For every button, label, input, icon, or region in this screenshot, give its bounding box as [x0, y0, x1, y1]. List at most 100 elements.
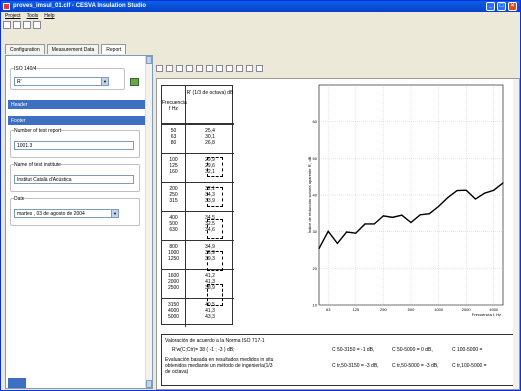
tab-bar: Configuration Measurement Data Report [5, 44, 127, 54]
y-tick-label: 30 [313, 229, 318, 234]
page-icon[interactable] [176, 65, 183, 72]
data-point [336, 242, 338, 244]
data-point [447, 196, 449, 199]
app-icon [3, 3, 10, 10]
chevron-down-icon[interactable]: ▼ [101, 78, 108, 85]
reduction-value: 43,3 [205, 314, 215, 320]
data-point [382, 215, 384, 217]
c-term-2: C 50-5000 = 0 dB, [392, 347, 433, 353]
apply-icon[interactable] [130, 78, 139, 86]
c-term-1: C 50-3150 = -1 dB, [332, 347, 375, 353]
rating-note: Evaluación basada en resultados medidos … [165, 357, 274, 375]
y-tick-label: 10 [313, 303, 318, 308]
scroll-up-button[interactable] [146, 56, 152, 64]
data-point [410, 221, 412, 224]
multi-page-icon[interactable] [256, 65, 263, 72]
frequency-value: 1250 [167, 256, 180, 262]
x-tick-label: 1000 [434, 307, 444, 312]
tab-report[interactable]: Report [101, 44, 127, 54]
y-tick-label: 60 [313, 119, 318, 124]
frequency-cell: 200 250 315 [162, 183, 186, 211]
y-tick-label: 50 [313, 156, 318, 161]
single-page-icon[interactable] [236, 65, 243, 72]
report-toolbar [156, 65, 263, 72]
settings-pane: ISO 140/4 R' ▼ Header Footer Number of t… [5, 55, 153, 389]
print-icon[interactable] [33, 21, 41, 29]
y-axis-label: Índice de reducción sonora aparente R', … [307, 156, 312, 233]
x-tick-label: 500 [408, 307, 415, 312]
reduction-value: 26,8 [205, 140, 215, 146]
zoom-in-icon[interactable] [196, 65, 203, 72]
standard-select[interactable]: R' ▼ [14, 77, 109, 86]
standard-value: R' [17, 79, 22, 85]
data-point [318, 247, 320, 250]
standard-label: ISO 140/4 [14, 66, 37, 72]
table-row: 400 500 630 34,5 32,5 34,6 [162, 211, 234, 240]
data-point [456, 190, 458, 192]
data-point [474, 198, 476, 200]
print-icon[interactable] [166, 65, 173, 72]
x-tick-label: 2000 [462, 307, 472, 312]
frequency-cell: 100 125 160 [162, 154, 186, 182]
menu-tools[interactable]: Tools [27, 13, 39, 19]
frequency-cell: 3150 4000 5000 [162, 299, 186, 327]
report-scrollbar[interactable] [513, 79, 519, 389]
institute-group: Name of test institute Institut Català d… [10, 162, 140, 192]
c-term-4: C tr,50-3150 = -3 dB, [332, 363, 379, 369]
frequency-cell: 400 500 630 [162, 212, 186, 240]
c-term-6: C tr,100-5000 = [452, 363, 487, 369]
zoom-icon[interactable] [186, 65, 193, 72]
left-scrollbar[interactable] [145, 56, 152, 388]
tab-configuration[interactable]: Configuration [5, 44, 45, 54]
two-page-icon[interactable] [246, 65, 253, 72]
toolbar [3, 21, 41, 31]
tab-measurement-data[interactable]: Measurement Data [46, 44, 100, 54]
maximize-button[interactable]: □ [497, 2, 506, 11]
data-point [484, 192, 486, 194]
header-section[interactable]: Header [8, 100, 145, 109]
data-point [327, 230, 329, 232]
data-point [428, 213, 430, 215]
frequency-value: 5000 [167, 314, 180, 320]
data-point [364, 223, 366, 225]
new-icon[interactable] [3, 21, 11, 29]
frequency-cell: 800 1000 1250 [162, 241, 186, 269]
chevron-down-icon[interactable]: ▼ [111, 210, 118, 217]
rating-result: R'w(C;Ctr)= 38 ( -1 ; -3 ) dB; [172, 347, 235, 353]
frequency-value: 2500 [167, 285, 180, 291]
menu-project[interactable]: Project [5, 13, 21, 19]
save-icon[interactable] [156, 65, 163, 72]
next-icon[interactable] [226, 65, 233, 72]
report-number-input[interactable]: 1001.3 [14, 141, 134, 150]
frequency-value: 80 [170, 140, 177, 146]
menu-help[interactable]: Help [44, 13, 54, 19]
save-icon[interactable] [23, 21, 31, 29]
x-axis-label: Frecuencia f, Hz [472, 312, 501, 317]
deficiency-marker [207, 157, 223, 177]
bottom-bar [8, 378, 26, 388]
frequency-cell: 50 63 80 [162, 125, 186, 153]
x-tick-label: 63 [326, 307, 331, 312]
data-point [502, 182, 504, 184]
app-window: proves_imsul_01.clf - CESVA Insulation S… [0, 0, 521, 391]
scroll-down-button[interactable] [146, 380, 152, 388]
frequency-value: 160 [169, 169, 178, 175]
minimize-button[interactable]: _ [486, 2, 495, 11]
open-icon[interactable] [13, 21, 21, 29]
data-point [419, 214, 421, 216]
report-preview: Frecuencia f Hz R' (1/3 de octava) dB 50… [156, 78, 520, 390]
previous-icon[interactable] [216, 65, 223, 72]
data-point [355, 232, 357, 234]
report-number-group: Number of test report 1001.3 [10, 128, 140, 158]
frequency-cell: 1600 2000 2500 [162, 270, 186, 298]
institute-input[interactable]: Institut Català d'Acústica [14, 175, 134, 184]
deficiency-marker [207, 251, 223, 271]
date-picker[interactable]: martes , 03 de agosto de 2004 ▼ [14, 209, 119, 218]
footer-section[interactable]: Footer [8, 116, 145, 125]
close-button[interactable]: × [508, 2, 517, 11]
reduction-index-chart: 10203040506063 125 250 500 1000 2000 4000Frecu… [307, 84, 504, 317]
table-row: 800 1000 1250 34,9 36,9 39,3 [162, 240, 234, 269]
zoom-out-icon[interactable] [206, 65, 213, 72]
value-cell: 25,4 30,1 26,8 [186, 125, 234, 146]
data-point [465, 189, 467, 191]
